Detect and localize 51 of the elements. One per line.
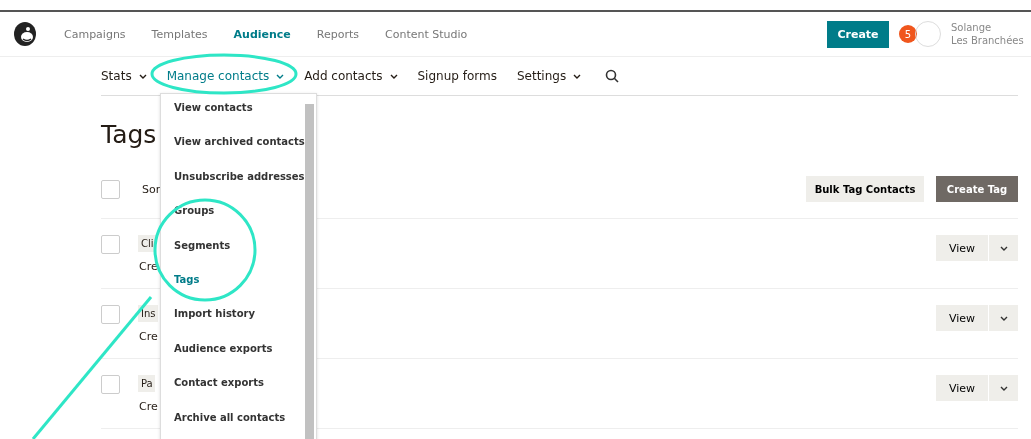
checkbox[interactable] [101, 235, 120, 254]
sort-label: Sor [142, 182, 161, 196]
subnav-link[interactable]: Manage contacts [166, 69, 285, 83]
nav-link[interactable]: Templates [151, 27, 208, 41]
nav-link[interactable]: Reports [316, 27, 359, 41]
chevron-icon [999, 385, 1008, 391]
tag-name: Pa [138, 375, 155, 392]
menu-item[interactable]: Segments [161, 239, 305, 275]
more-button[interactable] [988, 305, 1018, 331]
subnav-link[interactable]: Stats [101, 69, 147, 83]
chevron-icon [276, 73, 285, 79]
menu-item[interactable]: Import history [161, 308, 305, 343]
more-button[interactable] [988, 375, 1018, 401]
bulk-tag-button[interactable]: Bulk Tag Contacts [806, 176, 924, 202]
view-button[interactable]: View [936, 235, 988, 261]
menu-item[interactable]: Unsubscribe addresses [161, 170, 305, 206]
menu-item[interactable]: View contacts [161, 102, 305, 137]
checkbox[interactable] [101, 305, 120, 324]
scrollbar[interactable] [305, 104, 314, 439]
nav-link[interactable]: Audience [233, 27, 291, 41]
created-text: Cre [139, 400, 158, 413]
nav-link[interactable]: Campaigns [64, 27, 126, 41]
chevron-icon [573, 73, 582, 79]
menu-item[interactable]: Audience exports [161, 342, 305, 378]
menu-item[interactable]: Contact exports [161, 377, 305, 412]
notification-badge: 5 [899, 25, 917, 43]
more-button[interactable] [988, 235, 1018, 261]
subnav-link[interactable]: Add contacts [304, 69, 398, 83]
chevron-icon [999, 245, 1008, 251]
view-button[interactable]: View [936, 375, 988, 401]
account-name: Les Branchées [951, 34, 1025, 47]
created-text: Cre [139, 260, 158, 273]
chevron-icon [999, 315, 1008, 321]
menu-item[interactable]: View archived contacts [161, 136, 305, 171]
menu-item[interactable]: Tags [161, 274, 305, 309]
menu-item[interactable]: Archive all contacts [161, 411, 305, 439]
create-button[interactable]: Create [827, 20, 889, 48]
chevron-icon [138, 73, 147, 79]
account-name: Solange [951, 21, 993, 34]
subnav-link[interactable]: Signup forms [417, 69, 497, 83]
created-text: Cre [139, 330, 158, 343]
tag-name: Cli [138, 235, 156, 252]
create-tag-button[interactable]: Create Tag [936, 176, 1018, 202]
search-icon[interactable] [605, 69, 620, 83]
page-title: Tags [101, 120, 157, 150]
checkbox[interactable] [101, 179, 120, 199]
subnav-link[interactable]: Settings [516, 69, 582, 83]
chevron-icon [389, 73, 398, 79]
checkbox[interactable] [101, 375, 120, 394]
nav-link[interactable]: Content Studio [385, 27, 468, 41]
view-button[interactable]: View [936, 305, 988, 331]
